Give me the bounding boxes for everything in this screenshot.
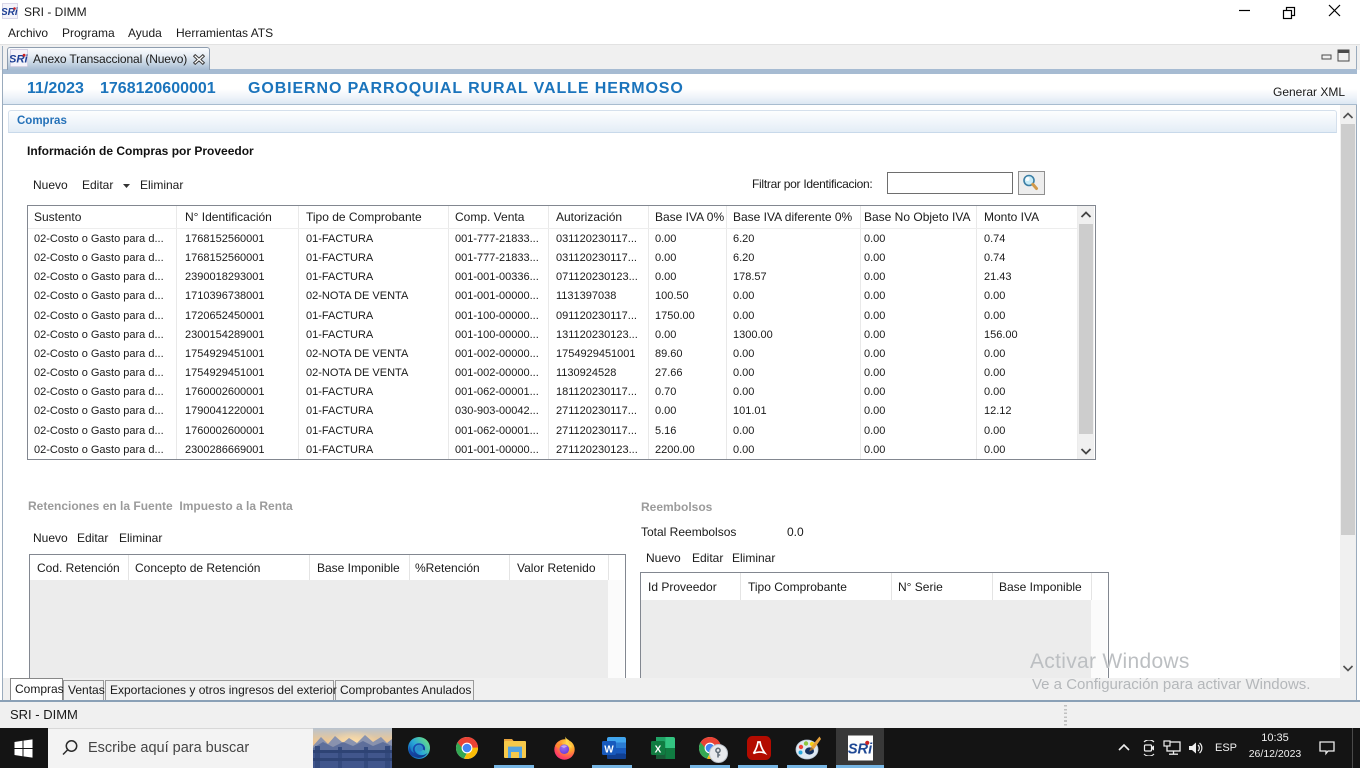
svg-text:X: X: [655, 745, 662, 756]
svg-text:W: W: [604, 745, 614, 756]
svg-text:SRi: SRi: [848, 742, 873, 758]
